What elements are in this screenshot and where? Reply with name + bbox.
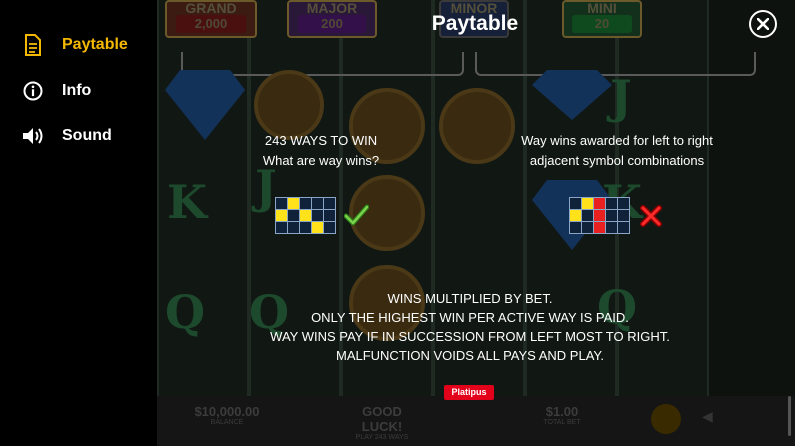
sidebar-item-label: Paytable xyxy=(62,36,128,53)
bet-value: $1.00 xyxy=(545,404,579,419)
jackpot-value: 200 xyxy=(297,15,367,33)
rules-text: WINS MULTIPLIED BY BET. ONLY THE HIGHEST… xyxy=(240,289,700,365)
balance-label: BALANCE xyxy=(210,419,244,426)
spin-button xyxy=(651,404,681,434)
page-title: Paytable xyxy=(431,12,519,35)
scrollbar[interactable] xyxy=(788,396,791,436)
sidebar-item-label: Sound xyxy=(62,127,112,144)
message-display: GOOD LUCK! PLAY 243 WAYS xyxy=(342,404,422,441)
rule-line: WINS MULTIPLIED BY BET. xyxy=(387,291,553,306)
rule-line: MALFUNCTION VOIDS ALL PAYS AND PLAY. xyxy=(335,348,605,363)
coin-symbol xyxy=(254,70,324,140)
way-wins-line: Way wins awarded for left to right xyxy=(521,133,713,148)
way-wins-line: adjacent symbol combinations xyxy=(529,153,705,168)
rule-line: ONLY THE HIGHEST WIN PER ACTIVE WAY IS P… xyxy=(311,310,629,325)
symbol-q: Q xyxy=(165,285,206,339)
bottom-bar: $10,000.00 BALANCE GOOD LUCK! PLAY 243 W… xyxy=(157,396,795,446)
rule-line: WAY WINS PAY IF IN SUCCESSION FROM LEFT … xyxy=(270,329,670,344)
jackpot-label: MAJOR xyxy=(306,0,358,16)
message-label: PLAY 243 WAYS xyxy=(355,434,409,441)
balance-display: $10,000.00 BALANCE xyxy=(187,404,267,426)
jackpot-label: GRAND xyxy=(185,0,237,16)
volume-icon: ◀ xyxy=(702,408,713,424)
close-icon xyxy=(757,18,769,30)
symbol-j: J xyxy=(610,70,632,124)
jackpot-grand: GRAND 2,000 xyxy=(165,0,257,38)
jackpot-value: 2,000 xyxy=(175,15,247,33)
brand-logo: Platipus xyxy=(444,385,494,400)
sidebar-item-label: Info xyxy=(62,82,92,99)
bet-label: TOTAL BET xyxy=(543,419,581,426)
cross-icon xyxy=(640,205,662,227)
ways-heading: 243 WAYS TO WIN xyxy=(264,133,378,148)
ways-subheading: What are way wins? xyxy=(262,153,380,168)
valid-way-example-grid xyxy=(275,197,336,234)
jackpot-major: MAJOR 200 xyxy=(287,0,377,38)
jackpot-value: 20 xyxy=(571,15,633,33)
invalid-way-example-grid xyxy=(569,197,630,234)
ways-to-win-heading: 243 WAYS TO WIN What are way wins? xyxy=(221,131,421,171)
speaker-icon xyxy=(22,125,44,147)
jackpot-mini: MINI 20 xyxy=(562,0,642,38)
symbol-k: K xyxy=(167,175,207,229)
checkmark-icon xyxy=(344,204,369,226)
sidebar-item-paytable[interactable]: Paytable xyxy=(22,34,128,56)
balance-value: $10,000.00 xyxy=(194,404,260,419)
close-button[interactable] xyxy=(749,10,777,38)
way-wins-description: Way wins awarded for left to right adjac… xyxy=(476,131,758,171)
sidebar-menu: Paytable Info Sound xyxy=(0,0,157,446)
game-background: GRAND 2,000 MAJOR 200 MINOR MINI 20 K Q … xyxy=(157,0,795,446)
info-icon xyxy=(22,80,44,102)
bet-display: $1.00 TOTAL BET xyxy=(527,404,597,426)
sidebar-item-sound[interactable]: Sound xyxy=(22,125,112,147)
sidebar-item-info[interactable]: Info xyxy=(22,80,91,102)
message-value: GOOD LUCK! xyxy=(361,404,403,434)
document-icon xyxy=(22,34,44,56)
gem-symbol xyxy=(165,70,245,140)
jackpot-label: MINI xyxy=(587,0,617,16)
gem-symbol xyxy=(532,70,612,120)
